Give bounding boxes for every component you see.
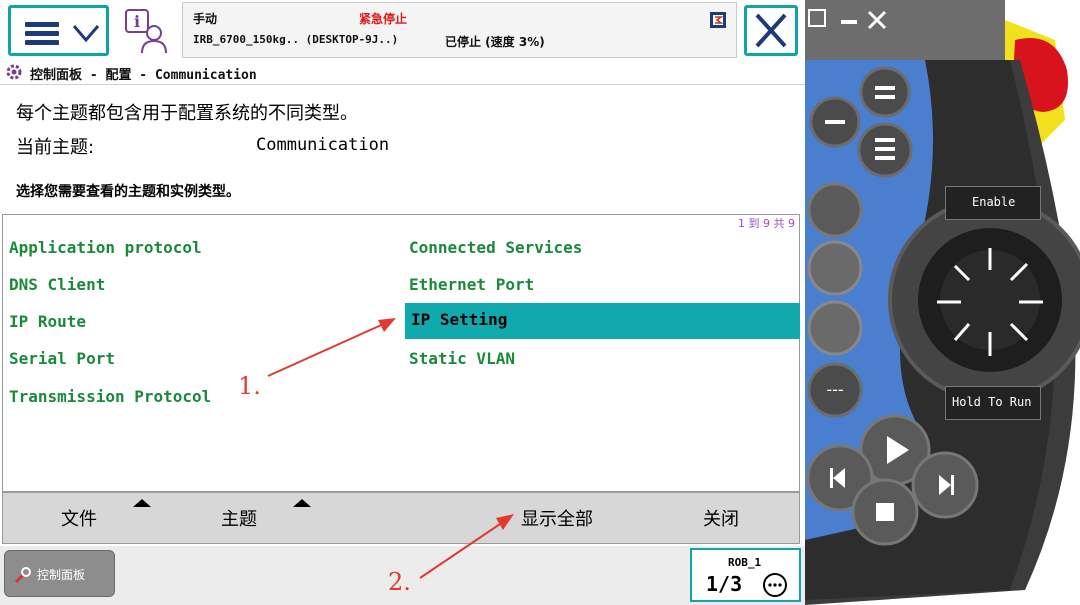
pendant-body: --- (805, 0, 1080, 605)
svg-text:---: --- (826, 380, 843, 399)
flexpendant-hardware: --- Enable Hold To Run (805, 0, 1080, 605)
enable-label-box: Enable (945, 186, 1041, 220)
hold-to-run-label-box: Hold To Run (945, 386, 1041, 420)
annotation-step-2: 2. (388, 568, 411, 596)
enable-label: Enable (972, 195, 1016, 209)
annotation-arrows (267, 318, 514, 579)
hold-to-run-label: Hold To Run (952, 395, 1032, 409)
flexpendant-screen: i 手动 紧急停止 IRB_6700_150kg.. (DESKTOP-9J..… (0, 0, 805, 605)
annotation-step-1: 1. (238, 372, 261, 400)
